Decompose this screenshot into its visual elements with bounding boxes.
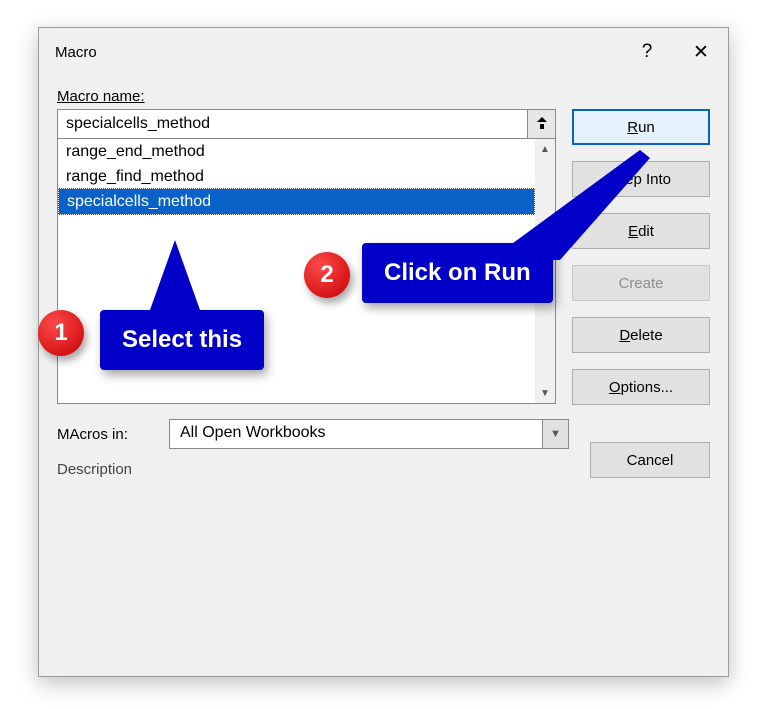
options-button[interactable]: Options... — [572, 369, 710, 405]
macros-in-label: MAcros in: — [57, 426, 157, 443]
refedit-icon[interactable] — [527, 110, 555, 138]
macro-name-input[interactable] — [58, 110, 527, 138]
dialog-footer: Cancel — [590, 442, 710, 478]
help-button[interactable]: ? — [620, 28, 674, 76]
macro-name-label: Macro name: — [57, 88, 710, 105]
macros-in-value: All Open Workbooks — [170, 420, 542, 448]
scroll-down-icon[interactable]: ▼ — [535, 383, 555, 403]
callout-arrow-1-icon — [145, 240, 225, 320]
chevron-down-icon[interactable]: ▼ — [542, 420, 568, 448]
dialog-title: Macro — [55, 44, 620, 61]
list-item-selected[interactable]: specialcells_method — [58, 188, 535, 215]
create-button: Create — [572, 265, 710, 301]
cancel-button[interactable]: Cancel — [590, 442, 710, 478]
annotation-badge-2: 2 — [304, 252, 350, 298]
run-button[interactable]: Run — [572, 109, 710, 145]
titlebar: Macro ? ✕ — [39, 28, 728, 76]
callout-arrow-2-icon — [480, 150, 660, 270]
macros-in-combo[interactable]: All Open Workbooks ▼ — [169, 419, 569, 449]
delete-button[interactable]: Delete — [572, 317, 710, 353]
close-button[interactable]: ✕ — [674, 28, 728, 76]
annotation-badge-1: 1 — [38, 310, 84, 356]
macro-name-field-wrap — [57, 109, 556, 139]
list-item[interactable]: range_end_method — [58, 139, 535, 164]
list-item[interactable]: range_find_method — [58, 164, 535, 189]
